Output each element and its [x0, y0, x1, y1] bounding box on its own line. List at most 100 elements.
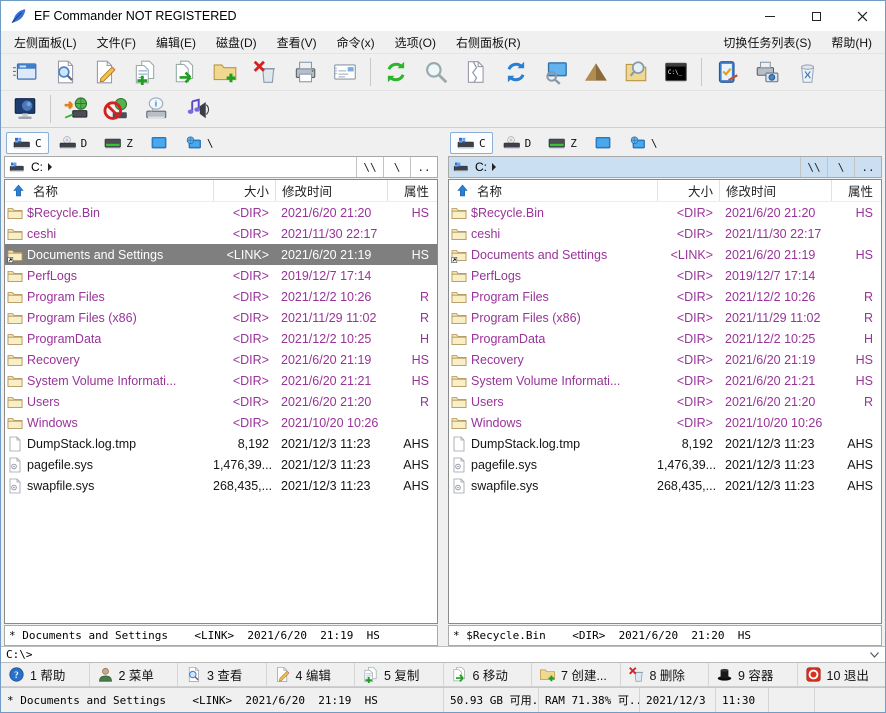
- reload-panels-button[interactable]: [496, 56, 536, 88]
- file-row[interactable]: Windows<DIR>2021/10/20 10:26: [5, 412, 437, 433]
- menu-help[interactable]: 帮助(H): [821, 31, 882, 53]
- menu-view[interactable]: 查看(V): [267, 31, 327, 53]
- options-button[interactable]: [707, 56, 747, 88]
- search-button[interactable]: [416, 56, 456, 88]
- close-button[interactable]: [839, 1, 885, 31]
- menu-left-panel[interactable]: 左侧面板(L): [4, 31, 87, 53]
- f4-edit-button[interactable]: 4 编辑: [267, 663, 356, 686]
- menu-edit[interactable]: 编辑(E): [146, 31, 206, 53]
- path-expand-icon[interactable]: [492, 163, 496, 171]
- print-button[interactable]: [285, 56, 325, 88]
- right-column-header-modified[interactable]: 修改时间: [719, 180, 831, 201]
- right-drive-tab-desktop[interactable]: [587, 132, 619, 154]
- file-row[interactable]: ProgramData<DIR>2021/12/2 10:25H: [449, 328, 881, 349]
- left-column-header-size[interactable]: 大小: [213, 180, 275, 201]
- left-drive-tab-d[interactable]: D: [52, 132, 95, 154]
- f1-help-button[interactable]: ?1 帮助: [1, 663, 90, 686]
- edit-file-button[interactable]: [85, 56, 125, 88]
- computer-button[interactable]: [5, 93, 45, 125]
- minimize-button[interactable]: [747, 1, 793, 31]
- f5-copy-button[interactable]: 5 复制: [355, 663, 444, 686]
- command-prompt-button[interactable]: C:\_: [656, 56, 696, 88]
- file-row[interactable]: System Volume Informati...<DIR>2021/6/20…: [5, 370, 437, 391]
- view-file-button[interactable]: [45, 56, 85, 88]
- right-drive-tab-z[interactable]: Z: [541, 132, 584, 154]
- maximize-button[interactable]: [793, 1, 839, 31]
- properties-button[interactable]: [325, 56, 365, 88]
- new-panel-button[interactable]: [5, 56, 45, 88]
- left-drive-tab-desktop[interactable]: [143, 132, 175, 154]
- pack-button[interactable]: [576, 56, 616, 88]
- path-expand-icon[interactable]: [48, 163, 52, 171]
- file-row[interactable]: System Volume Informati...<DIR>2021/6/20…: [449, 370, 881, 391]
- f8-delete-button[interactable]: 8 删除: [621, 663, 710, 686]
- left-column-header-attributes[interactable]: 属性: [387, 180, 437, 201]
- file-row[interactable]: swapfile.sys268,435,...2021/12/3 11:23AH…: [5, 475, 437, 496]
- file-row[interactable]: pagefile.sys1,476,39...2021/12/3 11:23AH…: [449, 454, 881, 475]
- menu-options[interactable]: 选项(O): [385, 31, 446, 53]
- left-drive-tab-c[interactable]: C: [6, 132, 49, 154]
- file-row[interactable]: Users<DIR>2021/6/20 21:20R: [5, 391, 437, 412]
- file-row[interactable]: Documents and Settings<LINK>2021/6/20 21…: [5, 244, 437, 265]
- left-root-button[interactable]: \: [383, 157, 410, 177]
- copy-button[interactable]: [125, 56, 165, 88]
- recycle-bin-button[interactable]: [787, 56, 827, 88]
- disconnect-network-drive-button[interactable]: [96, 93, 136, 125]
- split-file-button[interactable]: [456, 56, 496, 88]
- left-column-header-modified[interactable]: 修改时间: [275, 180, 387, 201]
- file-row[interactable]: Recovery<DIR>2021/6/20 21:19HS: [5, 349, 437, 370]
- file-row[interactable]: $Recycle.Bin<DIR>2021/6/20 21:20HS: [5, 202, 437, 223]
- file-row[interactable]: $Recycle.Bin<DIR>2021/6/20 21:20HS: [449, 202, 881, 223]
- menu-command[interactable]: 命令(x): [327, 31, 385, 53]
- f2-menu-button[interactable]: 2 菜单: [90, 663, 179, 686]
- menu-right-panel[interactable]: 右侧面板(R): [446, 31, 531, 53]
- print-capture-button[interactable]: [747, 56, 787, 88]
- f10-exit-button[interactable]: 10 退出: [798, 663, 886, 686]
- right-column-header-size[interactable]: 大小: [657, 180, 719, 201]
- file-row[interactable]: DumpStack.log.tmp8,1922021/12/3 11:23AHS: [5, 433, 437, 454]
- f6-move-button[interactable]: 6 移动: [444, 663, 533, 686]
- drive-info-button[interactable]: i: [136, 93, 176, 125]
- left-column-header-name[interactable]: 名称: [5, 180, 213, 201]
- file-row[interactable]: Program Files<DIR>2021/12/2 10:26R: [449, 286, 881, 307]
- right-column-header-attributes[interactable]: 属性: [831, 180, 881, 201]
- menu-switch-task-list[interactable]: 切换任务列表(S): [713, 31, 821, 53]
- file-row[interactable]: Program Files (x86)<DIR>2021/11/29 11:02…: [449, 307, 881, 328]
- file-row[interactable]: PerfLogs<DIR>2019/12/7 17:14: [5, 265, 437, 286]
- map-network-drive-button[interactable]: [56, 93, 96, 125]
- history-dropdown-icon[interactable]: [869, 651, 880, 659]
- find-in-folder-button[interactable]: [616, 56, 656, 88]
- file-row[interactable]: DumpStack.log.tmp8,1922021/12/3 11:23AHS: [449, 433, 881, 454]
- new-folder-button[interactable]: [205, 56, 245, 88]
- left-network-root-button[interactable]: \\: [356, 157, 383, 177]
- quick-view-button[interactable]: [536, 56, 576, 88]
- left-drive-tab-network[interactable]: \: [178, 132, 221, 154]
- right-root-button[interactable]: \: [827, 157, 854, 177]
- f9-container-button[interactable]: 9 容器: [709, 663, 798, 686]
- file-row[interactable]: Recovery<DIR>2021/6/20 21:19HS: [449, 349, 881, 370]
- move-button[interactable]: [165, 56, 205, 88]
- command-line[interactable]: C:\>: [1, 646, 885, 663]
- file-row[interactable]: ceshi<DIR>2021/11/30 22:17: [449, 223, 881, 244]
- right-drive-tab-c[interactable]: C: [450, 132, 493, 154]
- right-path-bar[interactable]: C:\\\..: [448, 156, 882, 178]
- file-row[interactable]: Documents and Settings<LINK>2021/6/20 21…: [449, 244, 881, 265]
- left-drive-tab-z[interactable]: Z: [97, 132, 140, 154]
- right-parent-dir-button[interactable]: ..: [854, 157, 881, 177]
- f3-view-button[interactable]: 3 查看: [178, 663, 267, 686]
- file-row[interactable]: swapfile.sys268,435,...2021/12/3 11:23AH…: [449, 475, 881, 496]
- left-path-bar[interactable]: C:\\\..: [4, 156, 438, 178]
- right-drive-tab-d[interactable]: D: [496, 132, 539, 154]
- left-parent-dir-button[interactable]: ..: [410, 157, 437, 177]
- file-row[interactable]: ceshi<DIR>2021/11/30 22:17: [5, 223, 437, 244]
- file-row[interactable]: ProgramData<DIR>2021/12/2 10:25H: [5, 328, 437, 349]
- file-row[interactable]: Users<DIR>2021/6/20 21:20R: [449, 391, 881, 412]
- delete-button[interactable]: [245, 56, 285, 88]
- menu-disk[interactable]: 磁盘(D): [206, 31, 267, 53]
- refresh-button[interactable]: [376, 56, 416, 88]
- audio-cd-button[interactable]: [176, 93, 216, 125]
- right-column-header-name[interactable]: 名称: [449, 180, 657, 201]
- menu-file[interactable]: 文件(F): [87, 31, 146, 53]
- right-drive-tab-network[interactable]: \: [622, 132, 665, 154]
- f7-create-button[interactable]: 7 创建...: [532, 663, 621, 686]
